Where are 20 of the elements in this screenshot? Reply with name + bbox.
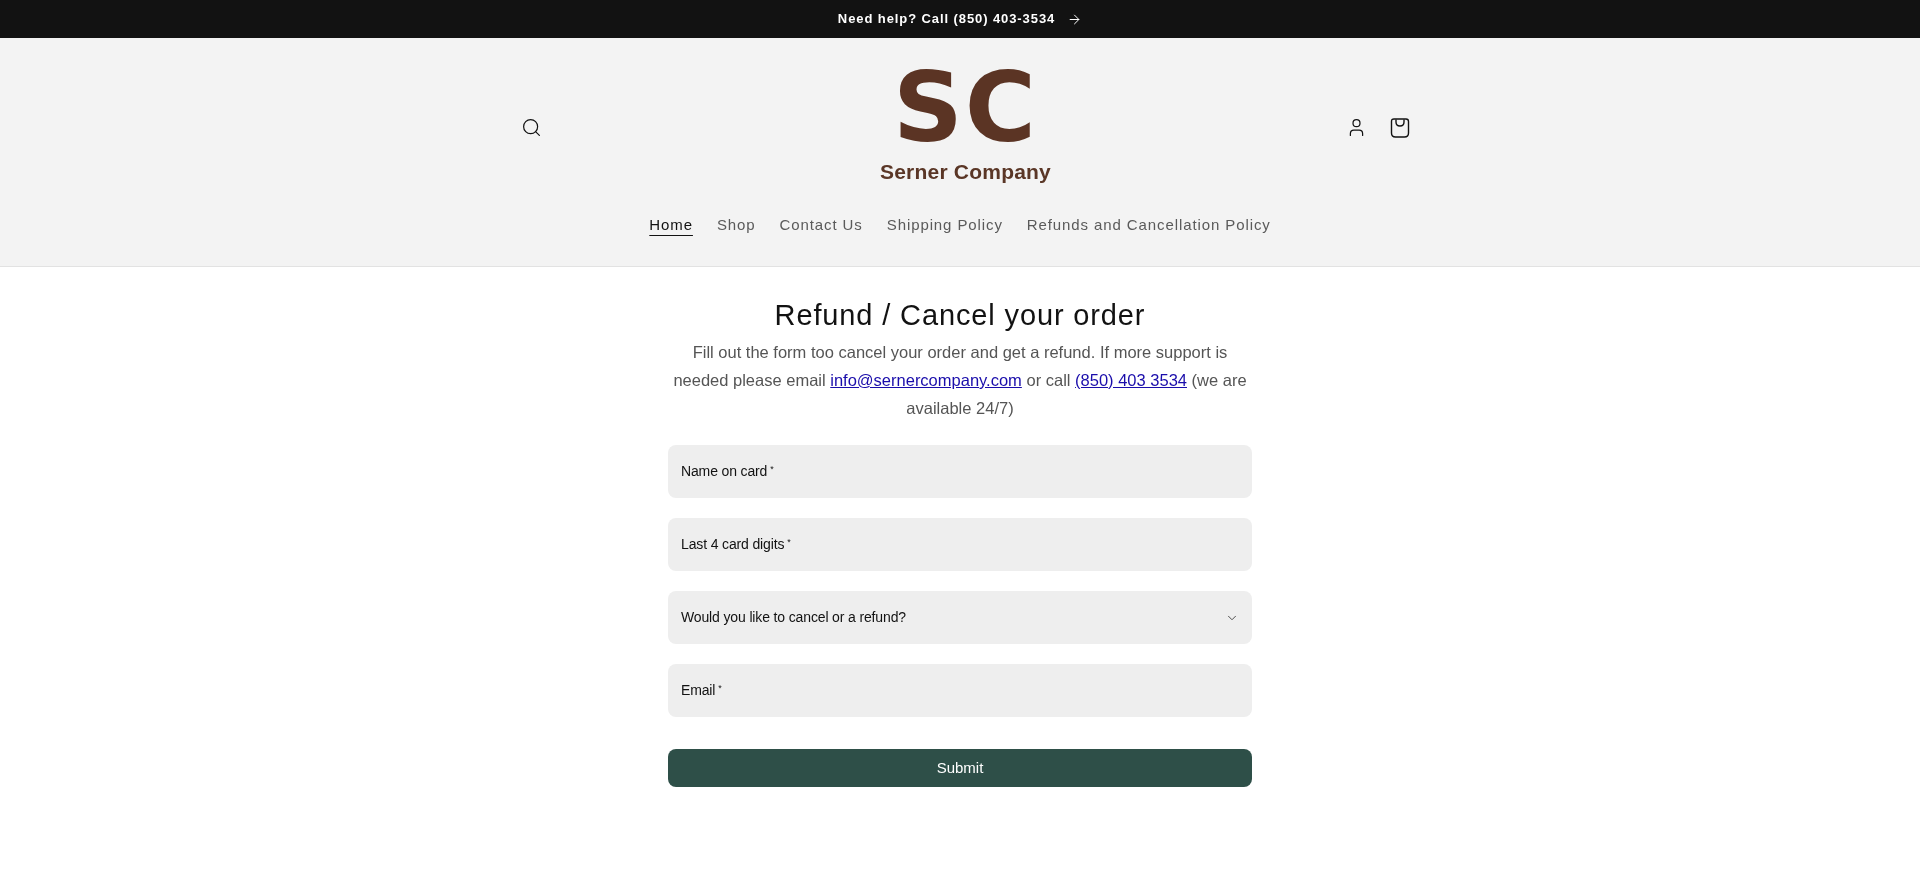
bag-icon[interactable] xyxy=(1389,116,1411,139)
page-title: Refund / Cancel your order xyxy=(774,298,1146,333)
arrow-right-icon[interactable] xyxy=(1067,11,1083,27)
intro-paragraph: Fill out the form too cancel your order and get a refund. If more support is needed please email info@sernercompany.com or call (850) 403 3534 (we are available 24/7) xyxy=(672,342,1248,419)
select-field[interactable]: Would you like to cancel or a refund? xyxy=(668,591,1252,644)
nav-link[interactable]: Shop xyxy=(716,213,756,237)
input-field[interactable]: Email * xyxy=(668,664,1252,717)
brand-name[interactable]: Serner Company xyxy=(880,160,1051,184)
nav-link[interactable]: Home xyxy=(649,213,693,237)
logo-mark[interactable]: SC xyxy=(893,71,1038,145)
email-link[interactable]: info@sernercompany.com xyxy=(830,371,1022,389)
announcement-text[interactable]: Need help? Call (850) 403-3534 xyxy=(837,9,1056,29)
search-icon[interactable] xyxy=(520,117,542,138)
input-field[interactable]: Name on card * xyxy=(668,445,1252,498)
phone-link[interactable]: (850) 403 3534 xyxy=(1075,371,1187,389)
nav-link[interactable]: Contact Us xyxy=(779,213,863,237)
submit-button[interactable]: Submit xyxy=(668,749,1252,787)
nav-link[interactable]: Refunds and Cancellation Policy xyxy=(1026,213,1271,237)
nav-link[interactable]: Shipping Policy xyxy=(886,213,1003,237)
input-field[interactable]: Last 4 card digits * xyxy=(668,518,1252,571)
